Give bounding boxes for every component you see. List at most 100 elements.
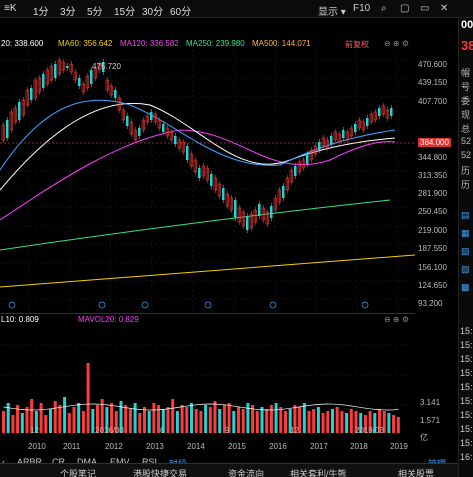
sidebar-label: 号 bbox=[461, 82, 471, 92]
event-marker[interactable] bbox=[204, 301, 212, 309]
volume-bars bbox=[2, 363, 400, 433]
ma60-line bbox=[0, 99, 396, 171]
period-3min[interactable]: 3分 bbox=[60, 3, 76, 18]
event-markers bbox=[8, 301, 369, 309]
event-marker[interactable] bbox=[8, 301, 16, 309]
candle bbox=[270, 206, 273, 218]
candle bbox=[150, 112, 153, 120]
price-tick: 156.100 bbox=[418, 263, 447, 272]
tab-arbitrage[interactable]: 相关套利/牛熊 bbox=[290, 467, 347, 477]
display-menu[interactable]: 显示 ▾ bbox=[318, 3, 346, 18]
sidebar-label: 52 bbox=[461, 150, 472, 160]
stock-code: 00 bbox=[461, 19, 473, 31]
search-icon[interactable]: ⌕ bbox=[381, 3, 387, 14]
vol-tick: 3.141 bbox=[420, 398, 441, 407]
tab-capital-flow[interactable]: 资金流向 bbox=[228, 467, 264, 477]
trade-time: 15: bbox=[460, 396, 473, 406]
settings-icons[interactable]: ⊖ ⊕ ⚙ bbox=[384, 39, 409, 48]
tab-notes[interactable]: 个股笔记 bbox=[60, 467, 96, 477]
candle bbox=[294, 166, 297, 176]
period-1min[interactable]: 1分 bbox=[33, 3, 49, 18]
mavol20-value: MAVOL20: 0.829 bbox=[78, 315, 139, 324]
time-label: 2018 bbox=[350, 442, 368, 451]
trade-time: 15: bbox=[460, 354, 473, 364]
period-60min[interactable]: 60分 bbox=[170, 3, 191, 18]
period-5min[interactable]: 5分 bbox=[87, 3, 103, 18]
time-label: 2019 bbox=[390, 442, 408, 451]
peak-label: 475.720 bbox=[92, 62, 121, 71]
vol-time-axis: 12 2016/03 6 9 12 2019/03 bbox=[0, 426, 415, 438]
trade-time: 15: bbox=[460, 410, 473, 420]
fq-toggle[interactable]: 前复权 bbox=[345, 39, 369, 50]
candle bbox=[126, 116, 129, 126]
trade-time: 16: bbox=[460, 452, 473, 462]
price-tick: 470.600 bbox=[418, 60, 447, 69]
sidebar-label: 52 bbox=[461, 136, 472, 146]
candle bbox=[186, 146, 189, 160]
quote-sidebar: 00 38 帽 号 委 现 总 52 52 历 历 ▤ ▦ ▧ ▨ ▩ 15: … bbox=[458, 18, 473, 477]
sidebar-label: 总 bbox=[461, 124, 471, 134]
ma20-value: 20: 338.600 bbox=[1, 39, 44, 48]
ma60-value: MA60: 356.642 bbox=[58, 39, 113, 48]
window-icon[interactable]: ▭ bbox=[420, 3, 429, 14]
event-marker[interactable] bbox=[98, 301, 106, 309]
candle bbox=[198, 168, 201, 178]
time-label: 2011 bbox=[63, 442, 81, 451]
price-tick: 187.550 bbox=[418, 244, 447, 253]
candle bbox=[282, 186, 285, 198]
time-label: 2016/03 bbox=[95, 426, 124, 435]
display-label: 显示 bbox=[318, 7, 338, 18]
trade-time: 15: bbox=[460, 438, 473, 448]
price-tick: 344.800 bbox=[418, 153, 447, 162]
sidebar-icon[interactable]: ▨ bbox=[461, 264, 470, 275]
sidebar-icon[interactable]: ▧ bbox=[461, 246, 470, 257]
candle bbox=[18, 102, 21, 120]
volume-legend: L10: 0.809 MAVOL20: 0.829 ⊖ ⊕ ⚙ bbox=[0, 313, 415, 325]
candle bbox=[162, 124, 165, 132]
trade-time: 15: bbox=[460, 326, 473, 336]
time-label: 6 bbox=[160, 426, 165, 435]
candle bbox=[258, 204, 261, 216]
time-label: 2012 bbox=[105, 442, 123, 451]
time-label: 2010 bbox=[28, 442, 46, 451]
time-label: 9 bbox=[225, 426, 230, 435]
sidebar-icon[interactable]: ▤ bbox=[461, 210, 470, 221]
sidebar-label: 帽 bbox=[461, 68, 471, 78]
candle bbox=[210, 174, 213, 186]
fullscreen-icon[interactable]: ▢ bbox=[400, 3, 409, 14]
price-axis: 470.600 439.150 407.700 384.000 344.800 … bbox=[418, 50, 458, 312]
sidebar-icon[interactable]: ▩ bbox=[461, 282, 470, 293]
sidebar-icon[interactable]: ▦ bbox=[461, 228, 470, 239]
time-label: 12 bbox=[30, 426, 39, 435]
trade-time: 15: bbox=[460, 382, 473, 392]
vol-unit: 亿 bbox=[420, 433, 428, 442]
ma250-line bbox=[0, 199, 391, 251]
volume-bar bbox=[86, 363, 90, 433]
candle bbox=[114, 90, 117, 98]
candle bbox=[378, 108, 381, 116]
candlestick-chart[interactable]: 475.720 bbox=[0, 50, 415, 312]
vol-settings-icons[interactable]: ⊖ ⊕ ⚙ bbox=[384, 315, 409, 324]
period-15min[interactable]: 15分 bbox=[114, 3, 135, 18]
event-marker[interactable] bbox=[361, 301, 369, 309]
volume-grid bbox=[0, 344, 415, 406]
candle bbox=[54, 64, 57, 78]
ma500-line bbox=[0, 254, 415, 288]
event-marker[interactable] bbox=[141, 301, 149, 309]
top-toolbar: ≡K 1分 3分 5分 15分 30分 60分 显示 ▾ F10 ⌕ ▢ ▭ ✕ bbox=[0, 0, 473, 18]
candle bbox=[138, 128, 141, 136]
ma20-line bbox=[0, 102, 396, 191]
period-30min[interactable]: 30分 bbox=[142, 3, 163, 18]
trade-time: 15: bbox=[460, 424, 473, 434]
candle bbox=[90, 70, 93, 84]
candle bbox=[246, 216, 249, 230]
tab-hk-trade[interactable]: 港股快捷交易 bbox=[133, 467, 187, 477]
time-label: 2017 bbox=[310, 442, 328, 451]
ma250-value: MA250: 239.980 bbox=[186, 39, 245, 48]
close-icon[interactable]: ✕ bbox=[440, 3, 448, 14]
period-menu[interactable]: ≡K bbox=[4, 3, 17, 14]
f10-button[interactable]: F10 bbox=[353, 3, 370, 14]
price-tick: 219.000 bbox=[418, 226, 447, 235]
tab-related-stocks[interactable]: 相关股票 bbox=[398, 467, 434, 477]
candle bbox=[306, 154, 309, 164]
